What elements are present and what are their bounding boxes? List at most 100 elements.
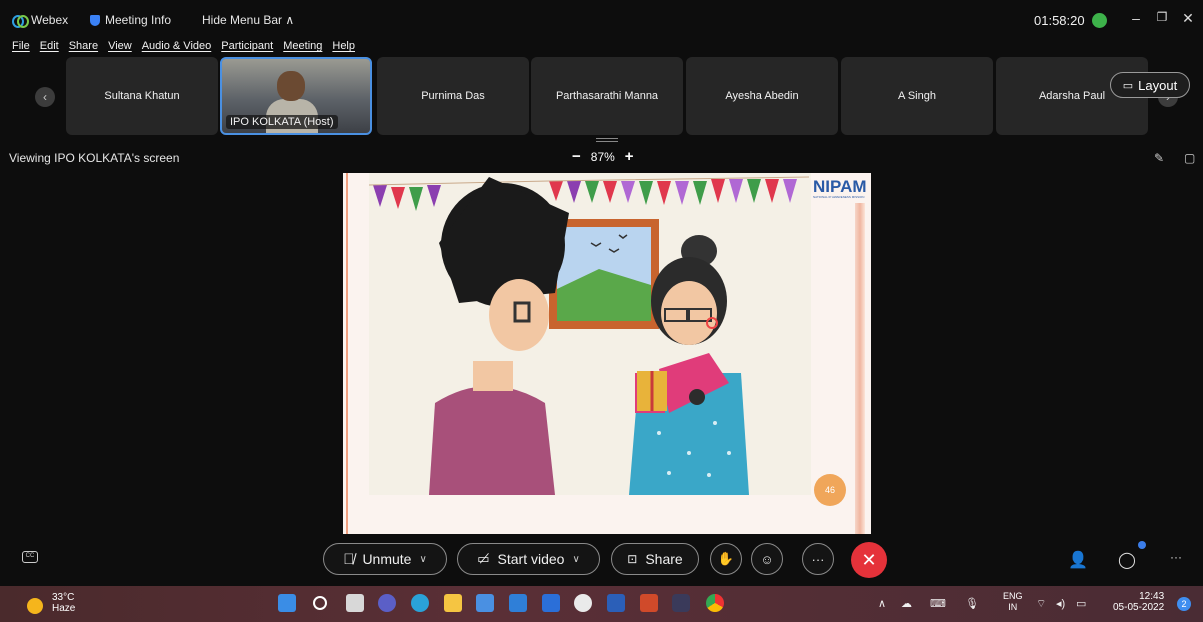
weather-widget[interactable]: 33°C Haze [52, 592, 75, 614]
reactions-button[interactable]: ☺ [751, 543, 783, 575]
participant-name: Ayesha Abedin [725, 90, 799, 102]
more-panels-icon[interactable]: ··· [1170, 550, 1182, 564]
microphone-icon[interactable]: 🎙 [965, 597, 979, 610]
participant-tile[interactable]: Parthasarathi Manna [531, 57, 683, 135]
raise-hand-button[interactable]: ✋ [710, 543, 742, 575]
strip-resize-handle[interactable] [596, 138, 618, 142]
chevron-down-icon[interactable]: ∨ [419, 554, 426, 565]
menu-help[interactable]: Help [332, 40, 355, 56]
search-icon[interactable] [313, 596, 327, 610]
layout-icon: ▭ [1122, 79, 1134, 92]
ellipsis-icon: ··· [811, 551, 825, 567]
language-code: ENG [1003, 591, 1023, 601]
participants-icon[interactable]: 👤 [1068, 550, 1088, 570]
menu-bar: File Edit Share View Audio & Video Parti… [0, 40, 355, 56]
hide-menu-bar-button[interactable]: Hide Menu Bar ∧ [202, 13, 294, 27]
end-call-button[interactable]: ✕ [851, 542, 887, 578]
wifi-icon[interactable]: ⌔ [1036, 597, 1046, 611]
chevron-down-icon[interactable]: ∨ [572, 554, 579, 565]
participant-tile[interactable]: Ayesha Abedin [686, 57, 838, 135]
close-icon[interactable]: ✕ [1181, 10, 1195, 27]
participant-tile[interactable]: A Singh [841, 57, 993, 135]
unmute-label: Unmute [362, 551, 412, 567]
app-title[interactable]: Webex [12, 13, 69, 28]
powerpoint-icon[interactable] [640, 594, 658, 612]
weather-condition: Haze [52, 603, 76, 614]
unmute-button[interactable]: 🎙̸ Unmute ∨ [323, 543, 447, 575]
onedrive-icon[interactable]: ☁ [901, 597, 912, 610]
slide-border [346, 173, 348, 534]
tray-overflow-icon[interactable]: ∧ [878, 597, 886, 610]
layout-button[interactable]: ▭ Layout [1110, 72, 1190, 98]
nipam-logo-subtitle: NATIONAL IP AWARENESS MISSION [813, 195, 865, 199]
title-bar: Webex Meeting Info Hide Menu Bar ∧ 01:58… [0, 0, 1203, 40]
participant-name: Adarsha Paul [1038, 90, 1106, 102]
keyboard-icon[interactable]: ⌨ [930, 597, 946, 610]
menu-participant[interactable]: Participant [221, 40, 273, 56]
system-clock[interactable]: 12:43 05-05-2022 [1113, 591, 1164, 613]
chrome-icon[interactable] [706, 594, 724, 612]
language-indicator[interactable]: ENG IN [1003, 591, 1023, 613]
weather-sun-icon[interactable] [27, 598, 43, 614]
menu-meeting[interactable]: Meeting [283, 40, 322, 56]
share-screen-icon: ⊡ [627, 552, 638, 566]
participant-name: IPO KOLKATA (Host) [226, 115, 338, 129]
slide-border [855, 203, 865, 534]
hide-menu-bar-label: Hide Menu Bar ∧ [202, 13, 295, 27]
zoom-controls: − 87% + [572, 149, 634, 164]
menu-view[interactable]: View [108, 40, 132, 56]
menu-share[interactable]: Share [69, 40, 98, 56]
teams-chat-icon[interactable] [378, 594, 396, 612]
webex-logo-icon [12, 15, 29, 28]
popout-icon[interactable]: ▢ [1184, 151, 1195, 165]
cartoon-illustration [368, 173, 811, 495]
muted-microphone-icon: 🎙̸ [343, 550, 355, 568]
meeting-info-button[interactable]: Meeting Info [90, 13, 171, 27]
share-label: Share [645, 551, 683, 567]
dropbox-icon[interactable] [542, 594, 560, 612]
participant-tile[interactable]: Purnima Das [377, 57, 529, 135]
share-button[interactable]: ⊡ Share [611, 543, 699, 575]
host-video-face [277, 71, 305, 101]
mail-icon[interactable] [509, 594, 527, 612]
battery-icon[interactable]: ▭ [1076, 597, 1086, 610]
zoom-out-button[interactable]: − [572, 149, 581, 164]
volume-icon[interactable]: ◂) [1056, 597, 1065, 610]
menu-edit[interactable]: Edit [40, 40, 59, 56]
minimize-icon[interactable]: – [1129, 10, 1143, 26]
annotate-icon[interactable]: ✎ [1154, 151, 1164, 165]
task-view-icon[interactable] [346, 594, 364, 612]
participant-name: A Singh [898, 90, 936, 102]
meeting-timer: 01:58:20 [1034, 13, 1085, 28]
chatgpt-icon[interactable] [574, 594, 592, 612]
edge-browser-icon[interactable] [411, 594, 429, 612]
file-explorer-icon[interactable] [444, 594, 462, 612]
notification-badge[interactable]: 2 [1177, 597, 1191, 611]
store-icon[interactable] [476, 594, 494, 612]
webex-taskbar-icon[interactable] [672, 594, 690, 612]
slide-illustration [368, 173, 811, 495]
chat-notification-dot [1138, 541, 1146, 549]
clock-date: 05-05-2022 [1113, 602, 1165, 613]
more-options-button[interactable]: ··· [802, 543, 834, 575]
meeting-controls: 🎙̸ Unmute ∨ ▭̸ Start video ∨ ⊡ Share ✋ ☺… [0, 538, 1203, 584]
video-off-icon: ▭̸ [477, 551, 490, 566]
restore-icon[interactable]: ❐ [1155, 10, 1169, 24]
viewing-label: Viewing IPO KOLKATA's screen [9, 151, 180, 165]
weather-temperature: 33°C [52, 592, 75, 603]
menu-file[interactable]: File [12, 40, 30, 56]
start-video-button[interactable]: ▭̸ Start video ∨ [457, 543, 600, 575]
network-signal-icon[interactable] [1092, 13, 1107, 28]
windows-start-icon[interactable] [278, 594, 296, 612]
participant-tile[interactable]: Sultana Khatun [66, 57, 218, 135]
menu-audio-video[interactable]: Audio & Video [142, 40, 212, 56]
smiley-icon: ☺ [760, 551, 774, 567]
word-icon[interactable] [607, 594, 625, 612]
app-name: Webex [31, 13, 69, 27]
meeting-info-label: Meeting Info [105, 13, 172, 27]
zoom-in-button[interactable]: + [625, 149, 634, 164]
start-video-label: Start video [497, 551, 565, 567]
scroll-left-icon[interactable]: ‹ [35, 87, 55, 107]
participant-tile-host[interactable]: IPO KOLKATA (Host) [220, 57, 372, 135]
chat-icon[interactable]: ◯ [1118, 550, 1136, 570]
